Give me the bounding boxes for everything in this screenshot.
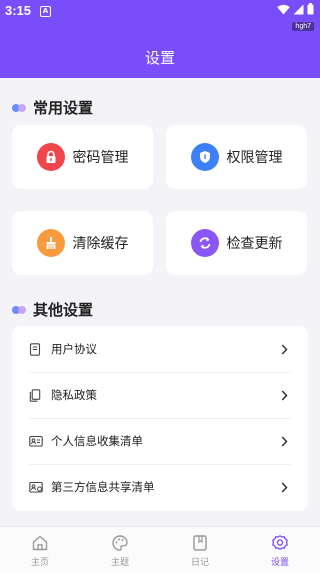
wifi-icon [277,4,290,14]
privacy-policy-item[interactable]: 隐私政策 [12,372,308,418]
third-party-share-list-label: 第三方信息共享清单 [51,480,155,494]
page-title: 设置 [144,49,175,67]
other-settings-list: 用户协议 隐私政策 个人信息收集清单 第三方信息共享清单 [12,326,308,511]
chevron-right-icon [281,481,288,493]
bottom-tab-bar: 主页 主题 日记 设置 [0,526,320,573]
document-icon [29,342,43,356]
tab-diary[interactable]: 日记 [160,527,240,573]
copy-document-icon [29,388,43,402]
cellular-signal-icon [293,4,304,14]
tab-settings[interactable]: 设置 [240,527,320,573]
clear-cache-label: 清除缓存 [72,236,129,252]
permission-management-label: 权限管理 [226,150,283,166]
palette-icon [112,535,128,551]
chevron-right-icon [281,389,288,401]
section-title-other-label: 其他设置 [33,301,94,319]
clear-cache-card[interactable]: 清除缓存 [12,211,153,275]
status-bar: 3:15 A hgh7 [0,0,320,31]
chevron-right-icon [281,343,288,355]
section-dots-icon [12,305,28,315]
status-icons [277,3,314,15]
bookmark-book-icon [193,535,207,551]
app-header: 3:15 A hgh7 设置 [0,0,320,78]
section-title-common-label: 常用设置 [33,99,94,117]
id-card-icon [29,434,43,448]
personal-info-list-item[interactable]: 个人信息收集清单 [12,418,308,464]
check-update-label: 检查更新 [226,236,283,252]
lock-icon [36,143,65,171]
check-update-card[interactable]: 检查更新 [166,211,307,275]
user-agreement-item[interactable]: 用户协议 [12,326,308,372]
gear-icon [272,535,288,550]
refresh-icon [190,229,219,257]
personal-info-list-label: 个人信息收集清单 [51,434,143,448]
privacy-policy-label: 隐私政策 [51,388,97,402]
section-title-common: 常用设置 [12,97,93,118]
home-icon [32,535,48,551]
permission-management-card[interactable]: 权限管理 [166,125,307,189]
broom-icon [36,229,65,257]
chevron-right-icon [281,435,288,447]
tab-settings-label: 设置 [270,558,289,568]
user-agreement-label: 用户协议 [51,342,97,356]
section-title-other: 其他设置 [12,299,93,320]
battery-icon [307,3,314,15]
tab-theme-label: 主题 [110,558,129,568]
share-card-icon [29,480,43,494]
device-tag: hgh7 [292,22,314,31]
tab-theme[interactable]: 主题 [80,527,160,573]
section-dots-icon [12,103,28,113]
tab-home-label: 主页 [30,558,49,568]
password-management-label: 密码管理 [72,150,129,166]
third-party-share-list-item[interactable]: 第三方信息共享清单 [12,464,308,510]
password-management-card[interactable]: 密码管理 [12,125,153,189]
tab-diary-label: 日记 [190,558,209,568]
tab-home[interactable]: 主页 [0,527,80,573]
status-time: 3:15 [5,3,32,18]
shield-icon [190,143,219,171]
notification-app-icon: A [40,6,51,17]
